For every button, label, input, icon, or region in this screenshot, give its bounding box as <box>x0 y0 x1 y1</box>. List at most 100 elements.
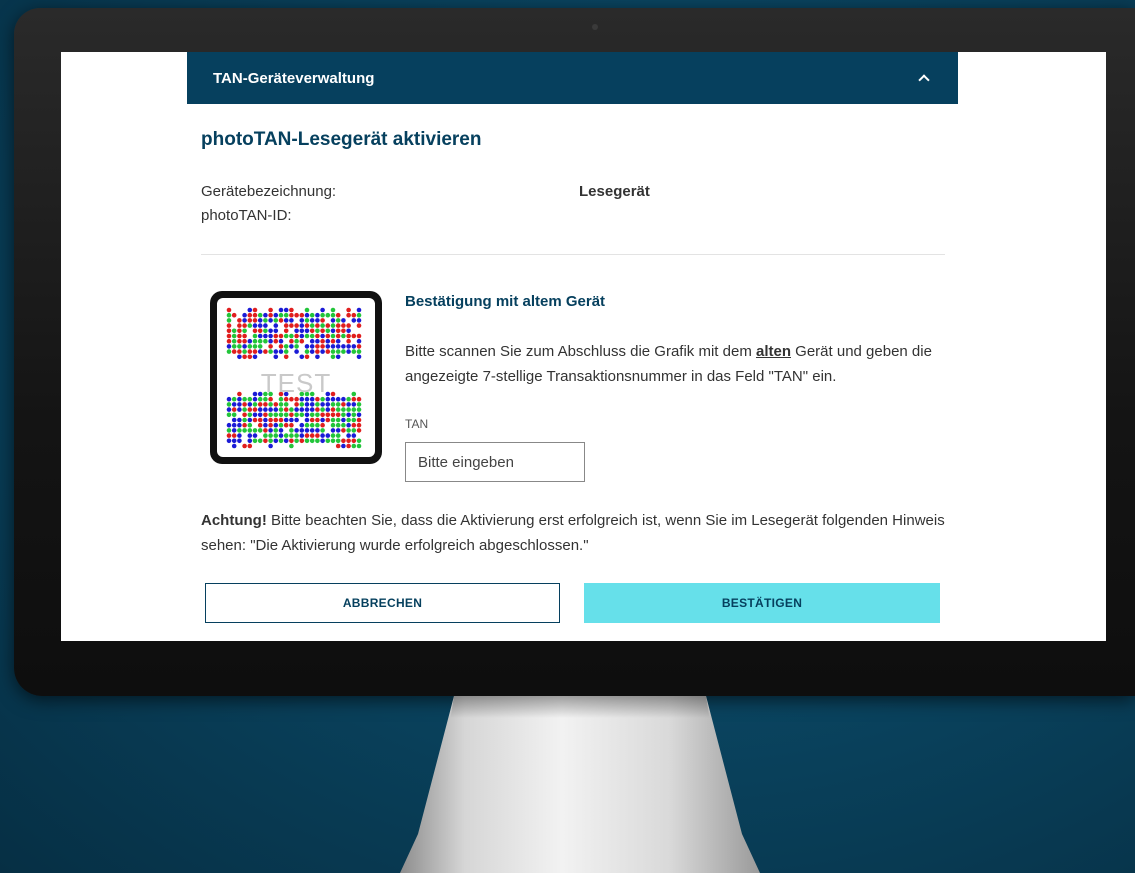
phototan-dot <box>299 407 305 412</box>
phototan-dot <box>351 349 357 354</box>
phototan-dot <box>231 417 237 423</box>
phototan-dot <box>237 349 242 354</box>
phototan-dot <box>325 349 331 354</box>
phototan-dot <box>289 307 294 313</box>
phototan-dot <box>330 344 336 349</box>
phototan-dot <box>346 349 351 354</box>
phototan-dot <box>341 318 346 323</box>
phototan-dot <box>247 443 253 449</box>
phototan-dot <box>299 318 305 323</box>
phototan-dot <box>320 344 325 349</box>
phototan-dot <box>263 349 268 354</box>
phototan-dot <box>346 323 351 328</box>
phototan-dot <box>320 349 325 354</box>
instruction-text: Bitte scannen Sie zum Abschluss die Graf… <box>405 339 945 389</box>
phototan-dot <box>335 407 341 412</box>
cancel-button[interactable]: ABBRECHEN <box>205 583 560 623</box>
confirm-button[interactable]: BESTÄTIGEN <box>584 583 940 623</box>
accordion-header[interactable]: TAN-Geräteverwaltung <box>187 52 958 104</box>
phototan-dot <box>257 402 263 407</box>
phototan-dot <box>351 402 357 407</box>
chevron-up-icon[interactable] <box>915 69 933 87</box>
phototan-dot <box>263 417 268 423</box>
phototan-dot <box>283 422 289 428</box>
phototan-dot <box>257 438 263 444</box>
phototan-dot <box>315 338 320 344</box>
phototan-dot <box>268 344 273 349</box>
phototan-dot <box>237 407 242 412</box>
phototan-dot <box>252 438 258 444</box>
phototan-dot <box>273 422 279 428</box>
phototan-dot <box>346 438 351 444</box>
phototan-dot <box>351 312 357 318</box>
phototan-dot <box>289 312 294 318</box>
phototan-dot <box>309 433 315 438</box>
phototan-dot <box>325 323 331 328</box>
phototan-dot <box>299 312 305 318</box>
phototan-dot <box>330 338 336 344</box>
phototan-dot <box>278 417 284 423</box>
phototan-dot <box>320 402 325 407</box>
phototan-dot <box>231 333 237 339</box>
phototan-dot <box>356 438 362 444</box>
phototan-dot <box>346 328 351 334</box>
phototan-dot <box>315 323 320 328</box>
phototan-dot <box>226 328 232 334</box>
phototan-dot <box>309 344 315 349</box>
phototan-dot <box>237 323 242 328</box>
phototan-dot <box>289 433 294 438</box>
phototan-dot <box>283 349 289 354</box>
phototan-dot <box>304 354 310 360</box>
phototan-dot <box>309 407 315 412</box>
phototan-dot <box>320 312 325 318</box>
phototan-dot <box>231 407 237 412</box>
phototan-dot <box>231 443 237 449</box>
phototan-dot <box>330 333 336 339</box>
phototan-dot <box>351 333 357 339</box>
phototan-dot <box>325 333 331 339</box>
instruction-text-part1: Bitte scannen Sie zum Abschluss die Graf… <box>405 343 756 360</box>
phototan-dot <box>242 412 247 418</box>
phototan-dot <box>252 312 258 318</box>
phototan-dot <box>226 412 232 418</box>
phototan-dot <box>304 407 310 412</box>
tan-input[interactable] <box>405 442 585 482</box>
phototan-dot <box>351 443 357 449</box>
phototan-dot <box>252 407 258 412</box>
phototan-dot <box>304 307 310 313</box>
accordion-title: TAN-Geräteverwaltung <box>213 69 375 87</box>
phototan-dot <box>330 402 336 407</box>
phototan-dot <box>237 422 242 428</box>
phototan-dot <box>299 402 305 407</box>
phototan-dot <box>315 318 320 323</box>
phototan-dot <box>252 344 258 349</box>
phototan-dot <box>263 328 268 334</box>
divider <box>201 254 945 255</box>
phototan-dot <box>247 349 253 354</box>
phototan-dot <box>309 402 315 407</box>
monitor-stand-shadow <box>450 696 710 718</box>
phototan-dot <box>346 433 351 438</box>
phototan-dot <box>247 318 253 323</box>
phototan-dot <box>294 323 299 328</box>
phototan-dot <box>231 344 237 349</box>
phototan-dot <box>325 402 331 407</box>
phototan-dot <box>335 344 341 349</box>
phototan-dot <box>346 428 351 433</box>
phototan-dot <box>341 438 346 444</box>
phototan-dot <box>351 422 357 428</box>
phototan-dot <box>242 422 247 428</box>
phototan-dot <box>247 402 253 407</box>
phototan-dot <box>273 318 279 323</box>
phototan-dot <box>231 428 237 433</box>
phototan-dot <box>289 318 294 323</box>
phototan-dot <box>351 412 357 418</box>
phototan-dot <box>315 344 320 349</box>
phototan-dot <box>237 354 242 360</box>
phototan-dot <box>257 344 263 349</box>
phototan-dot <box>356 349 362 354</box>
phototan-dot <box>237 438 242 444</box>
phototan-dot <box>299 438 305 444</box>
phototan-dot <box>346 407 351 412</box>
phototan-dot <box>226 338 232 344</box>
